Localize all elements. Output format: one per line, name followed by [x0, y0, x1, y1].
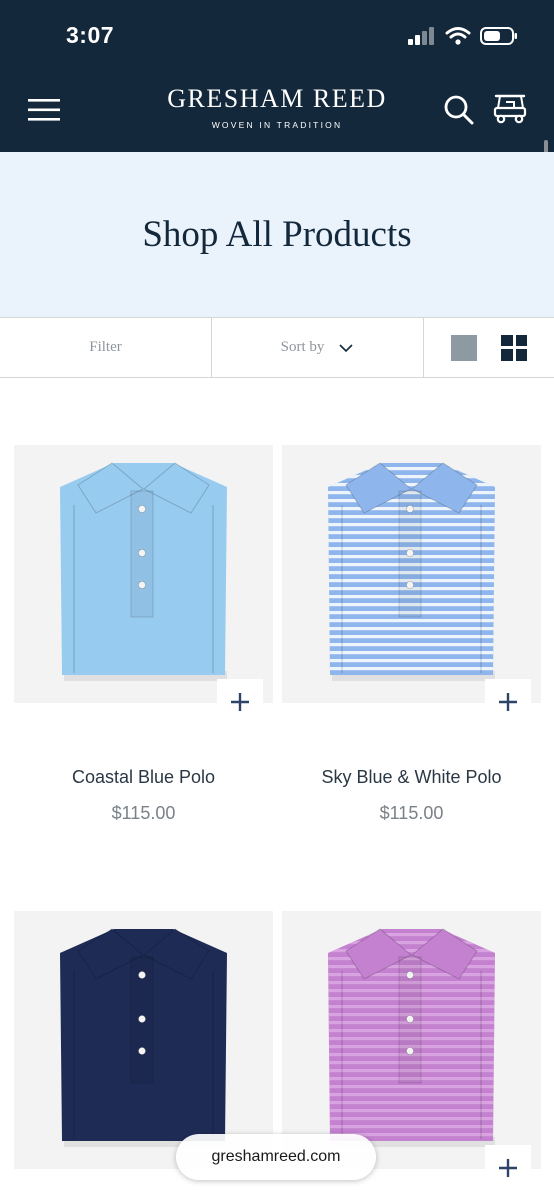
quick-add-button[interactable] — [485, 679, 531, 725]
search-icon — [444, 95, 474, 125]
product-card[interactable]: Coastal Blue Polo $115.00 — [14, 445, 273, 845]
view-toggle — [424, 318, 554, 377]
polo-shirt-illustration — [60, 928, 227, 1147]
product-card[interactable]: Sky Blue & White Polo $115.00 — [282, 445, 541, 845]
signal-icon — [408, 27, 434, 45]
product-price: $115.00 — [379, 803, 444, 823]
product-image[interactable] — [14, 445, 273, 703]
status-icons — [408, 26, 518, 46]
product-image[interactable] — [282, 911, 541, 1169]
polo-shirt-illustration — [328, 928, 495, 1147]
plus-icon — [499, 693, 517, 711]
search-button[interactable] — [442, 93, 476, 127]
hero-banner: Shop All Products — [0, 152, 554, 317]
quick-add-button[interactable] — [485, 1145, 531, 1191]
site-header: 3:07 GRESHAM REED WOVEN IN TRADITION — [0, 0, 554, 152]
cart-button[interactable] — [492, 92, 528, 126]
grid-view-icon[interactable] — [501, 334, 527, 361]
chevron-down-icon — [339, 343, 353, 352]
single-column-view-icon[interactable] — [451, 334, 477, 361]
plus-icon — [231, 693, 249, 711]
product-price: $115.00 — [111, 803, 176, 823]
filter-label: Filter — [89, 339, 122, 355]
product-name[interactable]: Coastal Blue Polo — [14, 767, 273, 788]
product-toolbar: Filter Sort by — [0, 317, 554, 378]
battery-icon — [480, 27, 517, 45]
page-title: Shop All Products — [142, 214, 412, 255]
wifi-icon — [445, 27, 471, 45]
plus-icon — [499, 1159, 517, 1177]
golf-cart-icon — [493, 94, 527, 124]
status-time: 3:07 — [66, 22, 115, 48]
product-name[interactable]: Sky Blue & White Polo — [282, 767, 541, 788]
url-text: greshamreed.com — [211, 1148, 341, 1165]
sort-dropdown[interactable]: Sort by — [212, 318, 424, 377]
polo-shirt-illustration — [60, 462, 227, 681]
sort-label: Sort by — [280, 339, 325, 355]
browser-url-bar[interactable]: greshamreed.com — [176, 1134, 376, 1180]
filter-button[interactable]: Filter — [0, 318, 212, 377]
polo-shirt-illustration — [328, 462, 495, 681]
quick-add-button[interactable] — [217, 679, 263, 725]
product-image[interactable] — [14, 911, 273, 1169]
product-image[interactable] — [282, 445, 541, 703]
